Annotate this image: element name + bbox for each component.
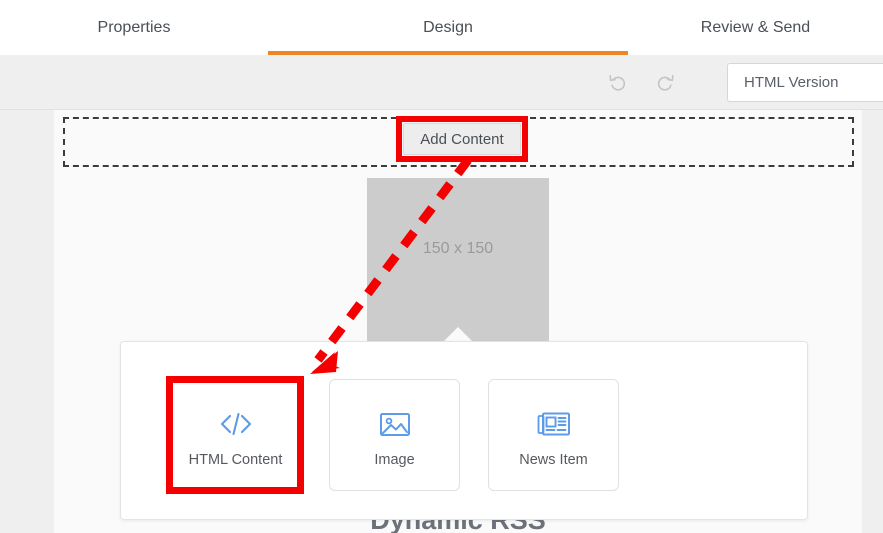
tab-design-label: Design: [423, 18, 473, 36]
tab-properties-label: Properties: [97, 18, 171, 36]
content-card-image-label: Image: [374, 451, 415, 468]
image-placeholder-150x150[interactable]: 150 x 150: [367, 178, 549, 344]
content-card-news-item-label: News Item: [519, 451, 588, 468]
image-placeholder-label: 150 x 150: [422, 240, 494, 257]
undo-icon: [609, 75, 626, 91]
undo-button[interactable]: [606, 71, 630, 95]
picture-icon: [378, 403, 412, 445]
tab-review-and-send[interactable]: Review & Send: [628, 0, 883, 55]
tab-design[interactable]: Design: [268, 0, 628, 55]
main-tab-bar: Properties Design Review & Send: [0, 0, 883, 55]
html-version-label: HTML Version: [744, 74, 839, 91]
email-designer-app: Properties Design Review & Send HTML Ver…: [0, 0, 883, 533]
redo-button[interactable]: [653, 71, 677, 95]
content-card-html-content-label: HTML Content: [188, 451, 283, 468]
add-content-label: Add Content: [420, 130, 504, 148]
content-card-news-item[interactable]: News Item: [488, 379, 619, 491]
content-card-html-content[interactable]: HTML Content: [170, 379, 301, 491]
content-card-image[interactable]: Image: [329, 379, 460, 491]
redo-icon: [657, 75, 674, 91]
newspaper-icon: [536, 403, 572, 445]
add-content-picker-panel: HTML Content Image News Item: [120, 341, 808, 520]
code-brackets-icon: [216, 403, 256, 445]
html-version-selector[interactable]: HTML Version: [727, 63, 883, 102]
tab-properties[interactable]: Properties: [0, 0, 268, 55]
tab-review-and-send-label: Review & Send: [700, 18, 811, 36]
add-content-button[interactable]: Add Content: [403, 123, 521, 155]
content-type-card-list: HTML Content Image News Item: [170, 379, 619, 491]
